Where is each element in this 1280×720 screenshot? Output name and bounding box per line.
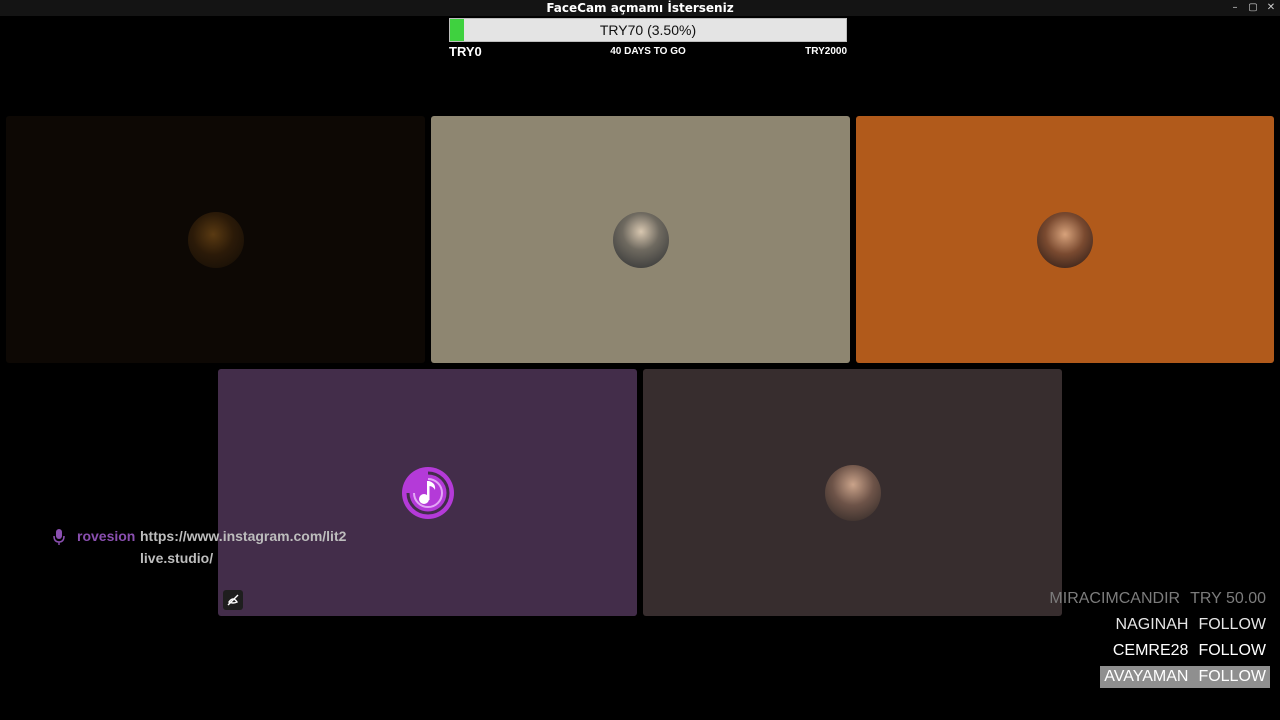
participant-tile-5[interactable] xyxy=(643,369,1062,616)
music-note-icon xyxy=(401,466,454,519)
title-bar: FaceCam açmamı İsterseniz – ▢ ✕ xyxy=(0,0,1280,16)
participant-tile-1[interactable] xyxy=(6,116,425,363)
event-name: MIRACIMCANDIR xyxy=(1049,590,1181,607)
goal-days-label: 40 DAYS TO GO xyxy=(610,46,686,57)
goal-widget: TRY70 (3.50%) TRY0 40 DAYS TO GO TRY2000 xyxy=(449,18,847,62)
event-name: NAGINAH xyxy=(1115,616,1189,633)
event-item-highlighted: AVAYAMAN FOLLOW xyxy=(1100,666,1270,688)
microphone-icon xyxy=(53,529,65,545)
caption-username: rovesion xyxy=(77,528,136,544)
maximize-button[interactable]: ▢ xyxy=(1244,0,1262,16)
goal-progress-text: TRY70 (3.50%) xyxy=(599,22,697,38)
event-feed: MIRACIMCANDIR TRY 50.00 NAGINAH FOLLOW CEM… xyxy=(1030,588,1270,692)
event-item: CEMRE28 FOLLOW xyxy=(1030,640,1270,662)
event-action: TRY 50.00 xyxy=(1190,590,1266,607)
participant-tile-4[interactable] xyxy=(218,369,637,616)
event-item: NAGINAH FOLLOW xyxy=(1030,614,1270,636)
window-title: FaceCam açmamı İsterseniz xyxy=(546,1,734,15)
caption-message[interactable]: https://www.instagram.com/lit2live.studi… xyxy=(140,525,350,569)
participant-avatar xyxy=(187,211,244,268)
event-action: FOLLOW xyxy=(1198,642,1266,659)
participant-avatar xyxy=(824,464,881,521)
participant-avatar xyxy=(1037,211,1093,268)
event-name: CEMRE28 xyxy=(1112,642,1189,659)
event-action: FOLLOW xyxy=(1198,616,1266,633)
participant-avatar xyxy=(612,211,669,268)
event-name: AVAYAMAN xyxy=(1104,668,1189,685)
participant-tile-3[interactable] xyxy=(856,116,1274,363)
close-button[interactable]: ✕ xyxy=(1262,0,1280,16)
mute-indicator xyxy=(223,590,243,610)
goal-progress-bar: TRY70 (3.50%) xyxy=(449,18,847,42)
event-action: FOLLOW xyxy=(1198,668,1266,685)
muted-camera-icon xyxy=(227,594,239,606)
participant-tile-2[interactable] xyxy=(431,116,850,363)
event-item: MIRACIMCANDIR TRY 50.00 xyxy=(1030,588,1270,610)
goal-end-label: TRY2000 xyxy=(805,46,847,57)
minimize-button[interactable]: – xyxy=(1226,0,1244,16)
